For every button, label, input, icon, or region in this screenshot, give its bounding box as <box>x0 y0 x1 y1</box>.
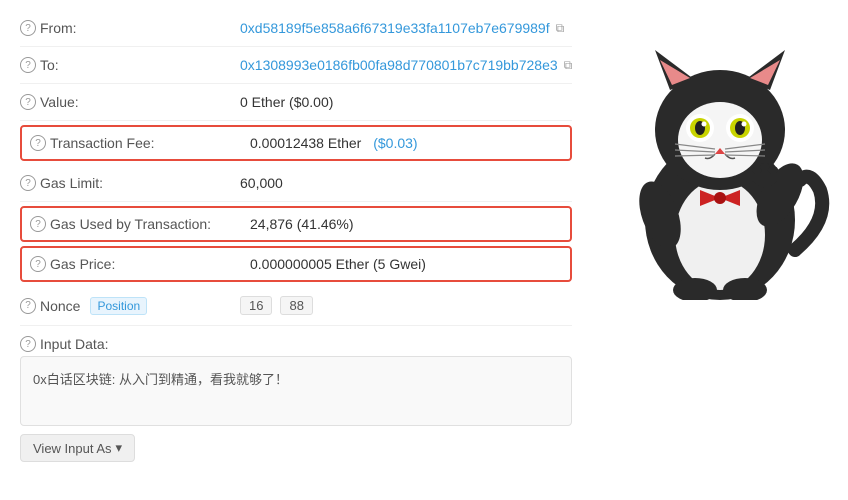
to-row: ? To: 0x1308993e0186fb00fa98d770801b7c71… <box>20 47 572 84</box>
tx-fee-value: 0.00012438 Ether <box>250 135 361 151</box>
gas-price-help-icon[interactable]: ? <box>30 256 46 272</box>
gas-price-label: Gas Price: <box>50 256 115 272</box>
gas-price-value: 0.000000005 Ether (5 Gwei) <box>250 256 426 272</box>
nonce-row: ? Nonce Position 16 88 <box>20 286 572 326</box>
input-data-help-icon[interactable]: ? <box>20 336 36 352</box>
value-amount: 0 Ether ($0.00) <box>240 94 333 110</box>
input-data-content: 0x白话区块链: 从入门到精通，看我就够了！ <box>20 356 572 426</box>
from-row: ? From: 0xd58189f5e858a6f67319e33fa1107e… <box>20 10 572 47</box>
gas-used-label: Gas Used by Transaction: <box>50 216 211 232</box>
view-input-as-label: View Input As <box>33 441 112 456</box>
gas-used-row: ? Gas Used by Transaction: 24,876 (41.46… <box>20 206 572 242</box>
gas-limit-label: Gas Limit: <box>40 175 103 191</box>
cat-illustration <box>600 20 840 300</box>
gas-limit-row: ? Gas Limit: 60,000 <box>20 165 572 202</box>
tx-fee-help-icon[interactable]: ? <box>30 135 46 151</box>
input-data-label: Input Data: <box>40 336 109 352</box>
to-copy-icon[interactable]: ⧉ <box>564 58 573 73</box>
value-row: ? Value: 0 Ether ($0.00) <box>20 84 572 121</box>
gas-limit-help-icon[interactable]: ? <box>20 175 36 191</box>
to-help-icon[interactable]: ? <box>20 57 36 73</box>
from-label: From: <box>40 20 77 36</box>
gas-used-value: 24,876 (41.46%) <box>250 216 354 232</box>
nonce-position-badge: Position <box>90 297 147 315</box>
cat-illustration-panel <box>592 10 848 472</box>
gas-limit-value: 60,000 <box>240 175 283 191</box>
value-label: Value: <box>40 94 79 110</box>
gas-price-row: ? Gas Price: 0.000000005 Ether (5 Gwei) <box>20 246 572 282</box>
nonce-val2: 88 <box>280 296 312 315</box>
nonce-val1: 16 <box>240 296 272 315</box>
nonce-values: 16 88 <box>240 296 572 315</box>
to-label: To: <box>40 57 59 73</box>
transaction-fee-row: ? Transaction Fee: 0.00012438 Ether ($0.… <box>20 125 572 161</box>
value-help-icon[interactable]: ? <box>20 94 36 110</box>
nonce-help-icon[interactable]: ? <box>20 298 36 314</box>
from-address-value: 0xd58189f5e858a6f67319e33fa1107eb7e67998… <box>240 20 550 36</box>
tx-fee-usd: ($0.03) <box>373 135 417 151</box>
input-data-row: ? Input Data: 0x白话区块链: 从入门到精通，看我就够了！ Vie… <box>20 326 572 472</box>
gas-used-help-icon[interactable]: ? <box>30 216 46 232</box>
to-address-link[interactable]: 0x1308993e0186fb00fa98d770801b7c719bb728… <box>240 57 572 73</box>
from-copy-icon[interactable]: ⧉ <box>556 21 565 36</box>
to-address-value: 0x1308993e0186fb00fa98d770801b7c719bb728… <box>240 57 558 73</box>
nonce-label: Nonce <box>40 298 80 314</box>
tx-fee-label: Transaction Fee: <box>50 135 155 151</box>
view-input-as-arrow: ▾ <box>116 440 123 456</box>
from-help-icon[interactable]: ? <box>20 20 36 36</box>
from-address-link[interactable]: 0xd58189f5e858a6f67319e33fa1107eb7e67998… <box>240 20 572 36</box>
view-input-as-button[interactable]: View Input As ▾ <box>20 434 135 462</box>
